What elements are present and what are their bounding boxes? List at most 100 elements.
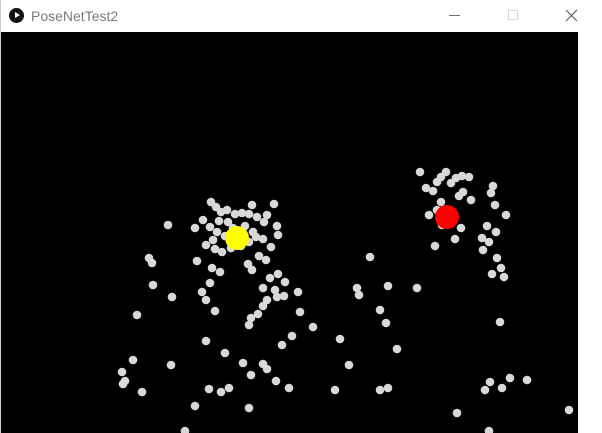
close-icon: [565, 9, 578, 22]
particle-dot: [490, 200, 500, 210]
particle-dot: [505, 373, 515, 383]
particle-dot: [252, 212, 262, 222]
particle-dot: [330, 385, 340, 395]
particle-dot: [201, 240, 211, 250]
particle-dot: [244, 403, 254, 413]
particle-dot: [415, 167, 425, 177]
particle-dot: [375, 385, 385, 395]
particle-dot: [273, 230, 283, 240]
particle-dot: [197, 287, 207, 297]
particle-dot: [277, 340, 287, 350]
particle-dot: [484, 237, 494, 247]
particle-dot: [485, 377, 495, 387]
particle-dot: [344, 360, 354, 370]
particle-dot: [180, 426, 190, 433]
particle-dot: [383, 383, 393, 393]
particle-group: [117, 167, 574, 433]
window-title: PoseNetTest2: [31, 8, 119, 24]
particle-dot: [118, 379, 128, 389]
particle-dot: [163, 220, 173, 230]
particle-dot: [212, 227, 222, 237]
particle-dot: [117, 367, 127, 377]
particle-dot: [132, 310, 142, 320]
particle-dot: [564, 405, 574, 415]
particle-dot: [491, 227, 501, 237]
particle-dot: [428, 186, 438, 196]
maximize-button[interactable]: [490, 0, 536, 32]
particle-dot: [412, 283, 422, 293]
particle-dot: [486, 188, 496, 198]
particle-dot: [201, 295, 211, 305]
particle-dot: [450, 234, 460, 244]
particle-dot: [482, 221, 492, 231]
particle-dot: [308, 322, 318, 332]
particle-dot: [258, 234, 268, 244]
red-tracking-marker: [435, 205, 459, 229]
particle-dot: [522, 375, 532, 385]
particle-dot: [262, 364, 272, 374]
particle-dot: [258, 283, 268, 293]
app-window: PoseNetTest2: [0, 0, 579, 433]
sketch-canvas[interactable]: [1, 32, 578, 433]
particle-dot: [190, 223, 200, 233]
particle-dot: [208, 235, 218, 245]
particle-dot: [454, 191, 464, 201]
particle-dot: [148, 280, 158, 290]
particle-dot: [205, 278, 215, 288]
particle-dot: [499, 272, 509, 282]
title-bar[interactable]: PoseNetTest2: [1, 0, 579, 32]
particle-dot: [280, 277, 290, 287]
particle-dot: [284, 383, 294, 393]
minimize-button[interactable]: [432, 0, 478, 32]
particle-dot: [464, 172, 474, 182]
particle-dot: [381, 318, 391, 328]
particle-dot: [441, 167, 451, 177]
particle-dot: [272, 292, 282, 302]
particle-dot: [452, 408, 462, 418]
particle-dot: [478, 245, 488, 255]
particle-dot: [424, 210, 434, 220]
particle-dot: [354, 290, 364, 300]
particle-dot: [496, 263, 506, 273]
processing-app-icon: [9, 8, 24, 23]
particle-dot: [456, 223, 466, 233]
particle-dot: [266, 242, 276, 252]
particle-dot: [492, 253, 502, 263]
particle-dot: [238, 358, 248, 368]
particle-dot: [273, 269, 283, 279]
particle-dot: [365, 252, 375, 262]
particle-dot: [204, 384, 214, 394]
particle-dot: [198, 215, 208, 225]
particle-dot: [247, 265, 257, 275]
particle-dot: [392, 344, 402, 354]
particle-dot: [265, 273, 275, 283]
close-button[interactable]: [548, 0, 579, 32]
particle-dot: [214, 216, 224, 226]
particle-dot: [205, 222, 215, 232]
particle-dot: [271, 376, 281, 386]
particle-dot: [497, 383, 507, 393]
particle-dot: [201, 336, 211, 346]
particle-dot: [501, 210, 511, 220]
particle-dot: [220, 348, 230, 358]
particle-dot: [244, 209, 254, 219]
particle-dot: [215, 267, 225, 277]
particle-dot: [287, 331, 297, 341]
particle-dot: [484, 426, 494, 433]
particle-canvas-svg: [117, 167, 574, 433]
particle-dot: [383, 281, 393, 291]
particle-dot: [495, 317, 505, 327]
particle-dot: [137, 387, 147, 397]
particle-dot: [272, 221, 282, 231]
particle-dot: [248, 227, 258, 237]
particle-dot: [192, 256, 202, 266]
particle-dot: [166, 360, 176, 370]
particle-dot: [430, 241, 440, 251]
particle-dot: [222, 205, 232, 215]
particle-dot: [128, 355, 138, 365]
particle-dot: [375, 305, 385, 315]
particle-dot: [167, 292, 177, 302]
particle-dot: [466, 195, 476, 205]
particle-dot: [436, 197, 446, 207]
particle-dot: [224, 383, 234, 393]
